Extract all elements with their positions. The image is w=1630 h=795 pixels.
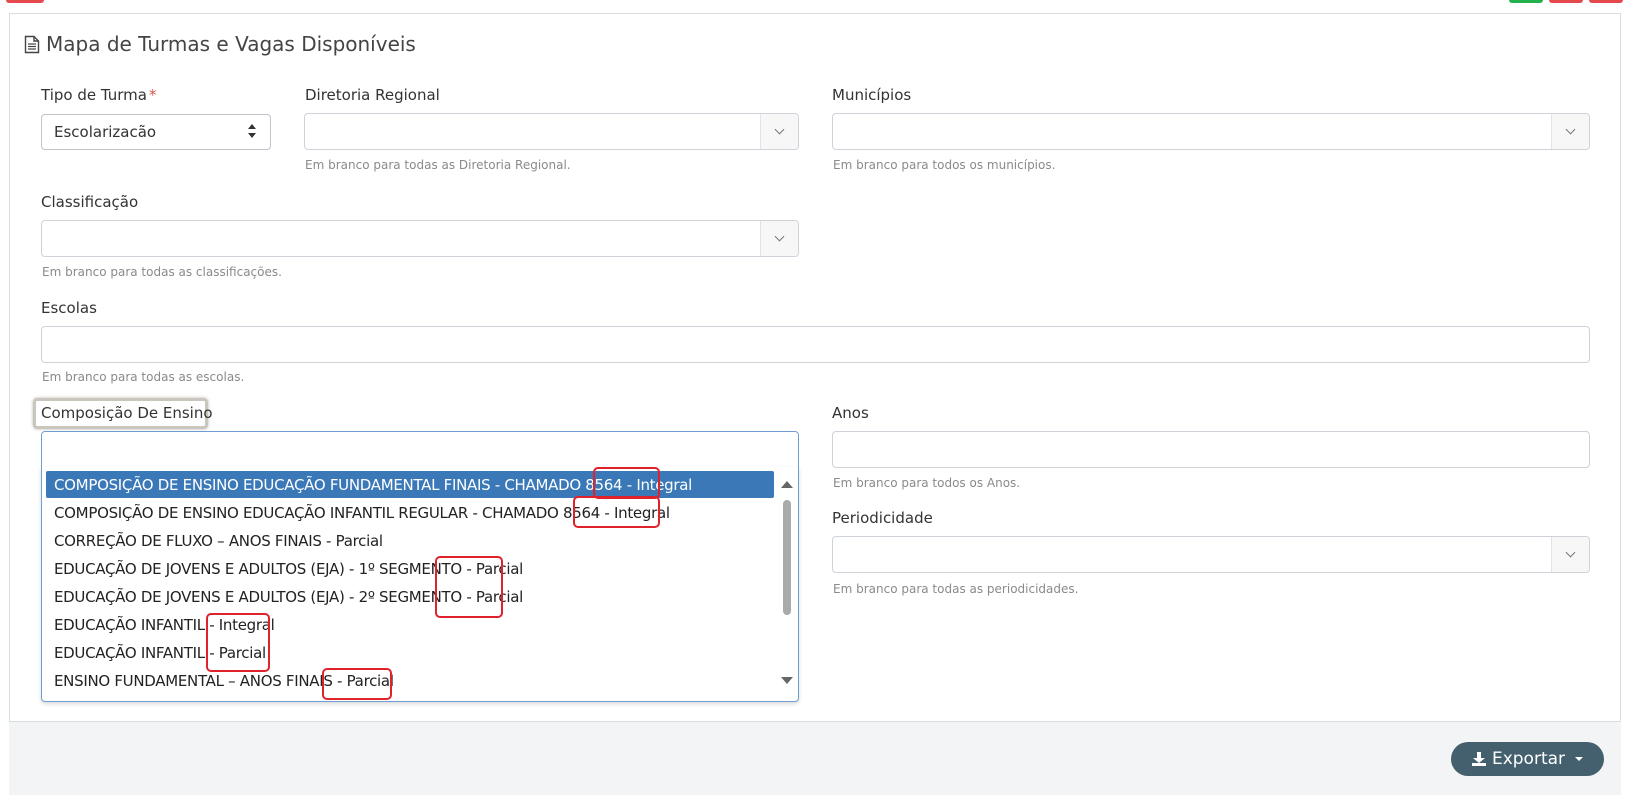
- scroll-down-arrow-icon[interactable]: [781, 677, 793, 684]
- classificacao-help: Em branco para todas as classificações.: [42, 265, 282, 279]
- classificacao-select[interactable]: [41, 220, 799, 257]
- periodicidade-label: Periodicidade: [832, 509, 933, 527]
- diretoria-help: Em branco para todas as Diretoria Region…: [305, 158, 571, 172]
- chevron-down-icon: [1565, 124, 1576, 135]
- footer-area: [9, 722, 1621, 795]
- tipo-turma-label: Tipo de Turma *: [41, 86, 156, 104]
- dropdown-option[interactable]: EDUCAÇÃO INFANTIL - Parcial: [46, 639, 774, 666]
- top-action-button-red-2[interactable]: [1589, 0, 1623, 3]
- chevron-down-icon: [774, 231, 785, 242]
- periodicidade-help: Em branco para todas as periodicidades.: [833, 582, 1079, 596]
- page-title: Mapa de Turmas e Vagas Disponíveis: [24, 32, 416, 56]
- dropdown-option[interactable]: EDUCAÇÃO INFANTIL - Integral: [46, 611, 774, 638]
- tipo-turma-select[interactable]: Escolarizacão: [41, 114, 271, 150]
- chevron-down-icon: [1565, 547, 1576, 558]
- document-icon: [24, 35, 40, 54]
- dropdown-option[interactable]: EDUCAÇÃO DE JOVENS E ADULTOS (EJA) - 1º …: [46, 555, 774, 582]
- updown-arrows-icon: [248, 124, 256, 140]
- periodicidade-dropdown-toggle[interactable]: [1551, 537, 1589, 572]
- page-title-text: Mapa de Turmas e Vagas Disponíveis: [46, 32, 416, 56]
- municipios-dropdown-toggle[interactable]: [1551, 114, 1589, 149]
- dropdown-option[interactable]: COMPOSIÇÃO DE ENSINO EDUCAÇÃO INFANTIL R…: [46, 499, 774, 526]
- export-button[interactable]: Exportar: [1451, 742, 1604, 776]
- dropdown-option[interactable]: CORREÇÃO DE FLUXO – ANOS FINAIS - Parcia…: [46, 527, 774, 554]
- anos-input[interactable]: [832, 431, 1590, 468]
- composicao-dropdown-list: COMPOSIÇÃO DE ENSINO EDUCAÇÃO FUNDAMENTA…: [41, 467, 799, 702]
- escolas-label: Escolas: [41, 299, 97, 317]
- diretoria-dropdown-toggle[interactable]: [760, 114, 798, 149]
- export-button-label: Exportar: [1491, 749, 1566, 769]
- municipios-label: Municípios: [832, 86, 912, 104]
- tipo-turma-label-text: Tipo de Turma: [41, 86, 147, 104]
- anos-label: Anos: [832, 404, 869, 422]
- top-left-button[interactable]: [6, 0, 44, 3]
- composicao-label: Composição De Ensino: [41, 404, 213, 422]
- tipo-turma-value: Escolarizacão: [54, 123, 157, 141]
- dropdown-option[interactable]: COMPOSIÇÃO DE ENSINO EDUCAÇÃO FUNDAMENTA…: [46, 471, 774, 498]
- classificacao-dropdown-toggle[interactable]: [760, 221, 798, 256]
- dropdown-option[interactable]: ENSINO FUNDAMENTAL – ANOS FINAIS - Parci…: [46, 667, 774, 694]
- municipios-select[interactable]: [832, 113, 1590, 150]
- composicao-input[interactable]: [41, 431, 799, 469]
- escolas-input[interactable]: [41, 326, 1590, 363]
- top-action-button-red-1[interactable]: [1549, 0, 1583, 3]
- scroll-thumb[interactable]: [783, 500, 791, 615]
- diretoria-label: Diretoria Regional: [305, 86, 440, 104]
- classificacao-label: Classificação: [41, 193, 139, 211]
- caret-down-icon: [1575, 757, 1584, 761]
- download-icon: [1471, 752, 1486, 766]
- top-bar: [0, 0, 1630, 14]
- dropdown-option[interactable]: EDUCAÇÃO DE JOVENS E ADULTOS (EJA) - 2º …: [46, 583, 774, 610]
- municipios-help: Em branco para todos os municípios.: [833, 158, 1056, 172]
- anos-help: Em branco para todos os Anos.: [833, 476, 1021, 490]
- scroll-up-arrow-icon[interactable]: [781, 481, 793, 488]
- top-action-button-green[interactable]: [1509, 0, 1543, 3]
- escolas-help: Em branco para todas as escolas.: [42, 370, 245, 384]
- diretoria-select[interactable]: [304, 113, 799, 150]
- periodicidade-select[interactable]: [832, 536, 1590, 573]
- chevron-down-icon: [774, 124, 785, 135]
- required-mark: *: [148, 86, 157, 104]
- dropdown-scrollbar[interactable]: [776, 467, 798, 701]
